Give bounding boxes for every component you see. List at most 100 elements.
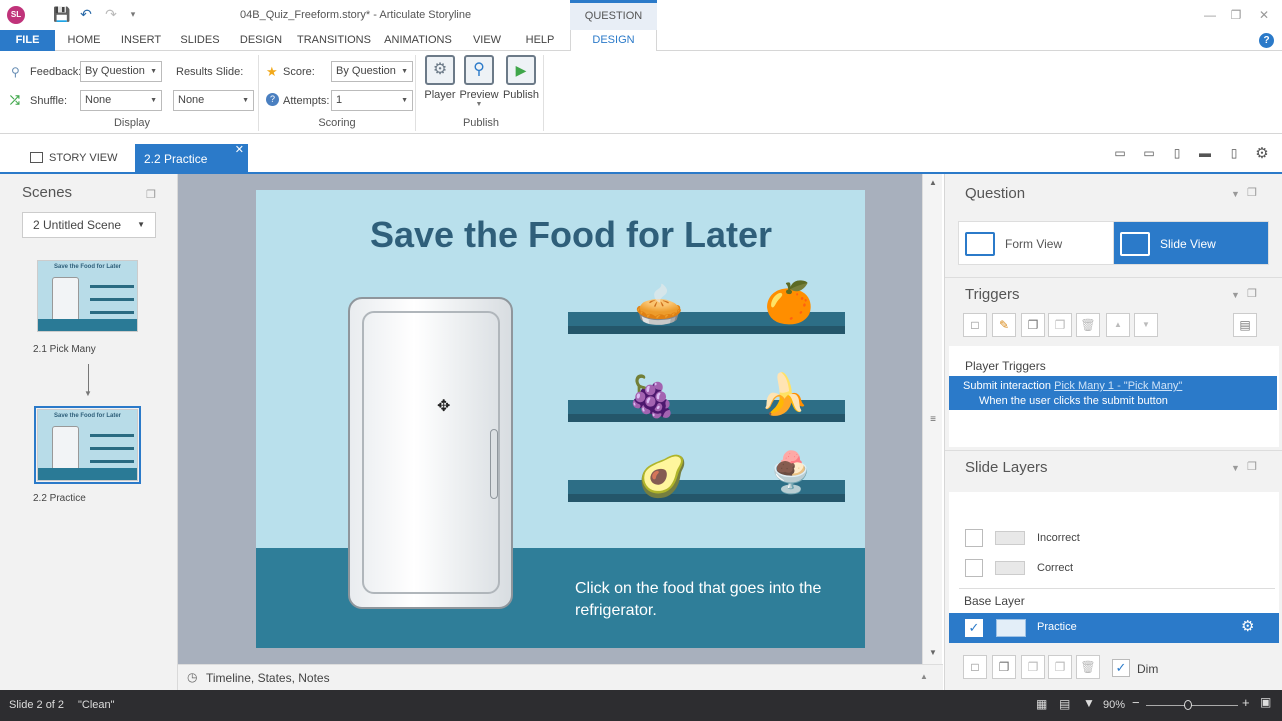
edit-trigger-icon[interactable]: ✎ (992, 313, 1016, 337)
results-slide-select[interactable]: None ▼ (173, 90, 254, 111)
layer-properties-gear-icon[interactable]: ⚙ (1241, 617, 1254, 635)
zoom-in-icon[interactable]: + (1242, 695, 1250, 710)
phone-portrait-view-icon[interactable]: ▯ (1227, 146, 1241, 160)
tab-design[interactable]: DESIGN (237, 30, 285, 51)
publish-button[interactable]: ▶ Publish (501, 55, 541, 101)
dim-label: Dim (1137, 662, 1159, 676)
restore-panel-icon[interactable]: ❐ (146, 188, 156, 201)
slide-instruction[interactable]: Click on the food that goes into the ref… (575, 578, 835, 622)
canvas-vertical-scrollbar[interactable]: ▲ ≡ ▼ (922, 174, 942, 664)
copy-trigger-icon[interactable]: ❐ (1021, 313, 1045, 337)
save-icon[interactable]: 💾 (53, 6, 70, 22)
oranges-icon[interactable]: 🍊 (754, 278, 824, 328)
variables-icon[interactable]: ▤ (1233, 313, 1257, 337)
minimize-icon[interactable]: — (1200, 6, 1220, 24)
zoom-slider-track[interactable] (1146, 705, 1238, 706)
slide[interactable]: Save the Food for Later 🥧 🍊 🍇 🍌 🥑 🍨 Clic… (256, 190, 865, 648)
publish-icon: ▶ (506, 55, 536, 85)
collapse-icon[interactable]: ▼ (1231, 463, 1240, 473)
zoom-slider-thumb[interactable] (1184, 700, 1192, 710)
restore-icon[interactable]: ❐ (1226, 6, 1246, 24)
form-view-button[interactable]: Form View (958, 221, 1114, 265)
tablet-landscape-view-icon[interactable]: ▭ (1142, 146, 1156, 160)
move-up-icon[interactable]: ▲ (1106, 313, 1130, 337)
restore-panel-icon[interactable]: ❐ (1247, 186, 1257, 199)
tab-home[interactable]: HOME (62, 30, 106, 51)
tab-view[interactable]: VIEW (468, 30, 506, 51)
tablet-portrait-view-icon[interactable]: ▯ (1170, 146, 1184, 160)
tab-file[interactable]: FILE (0, 30, 55, 51)
dim-checkbox[interactable]: ✓ (1112, 659, 1130, 677)
close-tab-icon[interactable]: ✕ (235, 135, 244, 165)
scroll-up-icon[interactable]: ▲ (923, 178, 943, 187)
tab-question-design[interactable]: DESIGN (570, 30, 657, 52)
new-trigger-icon[interactable]: □ (963, 313, 987, 337)
ribbon: ⚲ Feedback: By Question ▼ ⤮ Shuffle: None… (0, 51, 1282, 134)
duplicate-layer-icon[interactable]: ❐ (992, 655, 1016, 679)
move-down-icon[interactable]: ▼ (1134, 313, 1158, 337)
customize-quick-access-icon[interactable]: ▾ (125, 6, 141, 22)
redo-icon[interactable]: ↷ (103, 6, 119, 22)
trigger-object-link[interactable]: Pick Many 1 - "Pick Many" (1054, 380, 1182, 392)
tab-insert[interactable]: INSERT (118, 30, 164, 51)
slide-thumbnail[interactable]: Save the Food for Later (37, 409, 138, 481)
grid-view-icon[interactable]: ▦ (1036, 697, 1047, 711)
base-layer-checkbox[interactable]: ✓ (965, 619, 983, 637)
avocado-icon[interactable]: 🥑 (628, 452, 698, 502)
restore-panel-icon[interactable]: ❐ (1247, 287, 1257, 300)
scene-select[interactable]: 2 Untitled Scene ▼ (22, 212, 156, 238)
help-icon[interactable]: ? (1259, 33, 1274, 48)
new-layer-icon[interactable]: □ (963, 655, 987, 679)
copy-layer-icon[interactable]: ❐ (1021, 655, 1045, 679)
preview-button[interactable]: ⚲ Preview ▼ (459, 55, 499, 108)
slide-thumbnail[interactable]: Save the Food for Later (37, 260, 138, 332)
gear-icon[interactable]: ⚙ (1255, 144, 1269, 162)
story-view-tab[interactable]: STORY VIEW (30, 152, 117, 164)
delete-layer-icon[interactable]: 🗑 (1076, 655, 1100, 679)
timeline-label[interactable]: Timeline, States, Notes (206, 671, 330, 685)
ice-cream-icon[interactable]: 🍨 (756, 448, 826, 498)
scroll-down-icon[interactable]: ▼ (923, 648, 943, 657)
layer-item[interactable]: Incorrect (1037, 532, 1080, 544)
normal-view-icon[interactable]: ▤ (1059, 697, 1070, 711)
arrow-down-icon: ▼ (84, 389, 92, 398)
base-layer-item[interactable]: ✓ Practice ⚙ (949, 613, 1279, 643)
timeline-bar[interactable]: ◷ Timeline, States, Notes ▲ (178, 664, 943, 690)
layer-item[interactable]: Correct (1037, 562, 1073, 574)
zoom-out-icon[interactable]: − (1132, 695, 1140, 710)
fit-icon[interactable]: ▼ (1083, 696, 1095, 710)
shuffle-select[interactable]: None ▼ (80, 90, 162, 111)
feedback-select[interactable]: By Question ▼ (80, 61, 162, 82)
expand-up-icon[interactable]: ▲ (920, 672, 928, 681)
layer-visibility-checkbox[interactable] (965, 529, 983, 547)
paste-trigger-icon[interactable]: ❐ (1048, 313, 1072, 337)
trigger-item[interactable]: Submit interaction Pick Many 1 - "Pick M… (949, 376, 1277, 410)
fit-to-window-icon[interactable]: ▣ (1260, 695, 1271, 709)
attempts-select[interactable]: 1 ▼ (331, 90, 413, 111)
refrigerator[interactable] (348, 297, 513, 609)
tab-help[interactable]: HELP (520, 30, 560, 51)
bananas-icon[interactable]: 🍌 (744, 370, 824, 420)
paste-layer-icon[interactable]: ❐ (1048, 655, 1072, 679)
slide-title[interactable]: Save the Food for Later (256, 214, 826, 256)
slide-view-button[interactable]: Slide View (1113, 221, 1269, 265)
collapse-icon[interactable]: ▼ (1231, 189, 1240, 199)
player-button[interactable]: ⚙ Player (423, 55, 457, 101)
grapes-icon[interactable]: 🍇 (612, 372, 692, 422)
delete-trigger-icon[interactable]: 🗑 (1076, 313, 1100, 337)
layer-visibility-checkbox[interactable] (965, 559, 983, 577)
score-select[interactable]: By Question ▼ (331, 61, 413, 82)
collapse-icon[interactable]: ▼ (1231, 290, 1240, 300)
close-icon[interactable]: ✕ (1254, 6, 1274, 24)
undo-icon[interactable]: ↶ (78, 6, 94, 22)
desktop-view-icon[interactable]: ▭ (1113, 146, 1127, 160)
move-cursor-icon: ✥ (437, 398, 451, 415)
tab-slides[interactable]: SLIDES (177, 30, 223, 51)
restore-panel-icon[interactable]: ❐ (1247, 460, 1257, 473)
scroll-grip-icon[interactable]: ≡ (923, 414, 943, 425)
tab-2-2-practice[interactable]: 2.2 Practice ✕ (135, 144, 248, 174)
tab-animations[interactable]: ANIMATIONS (382, 30, 454, 51)
pie-icon[interactable]: 🥧 (624, 280, 694, 330)
phone-landscape-view-icon[interactable]: ▬ (1198, 146, 1212, 160)
tab-transitions[interactable]: TRANSITIONS (297, 30, 371, 51)
